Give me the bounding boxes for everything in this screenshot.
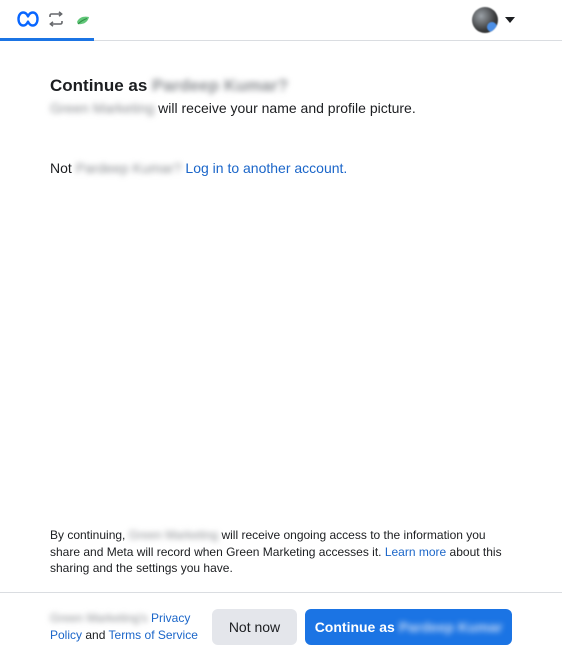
continue-name-blurred: Pardeep Kumar xyxy=(398,619,503,635)
continue-label: Continue as xyxy=(314,619,395,635)
user-avatar xyxy=(472,7,498,33)
top-bar xyxy=(0,0,562,41)
app-name-blurred: Green Marketing xyxy=(50,100,155,116)
not-now-button[interactable]: Not now xyxy=(212,609,297,645)
not-user-name-blurred: Pardeep Kumar? xyxy=(75,160,182,176)
account-switcher-button[interactable] xyxy=(466,6,518,34)
not-now-label: Not now xyxy=(228,619,281,635)
continue-button[interactable]: Continue as Pardeep Kumar xyxy=(305,609,512,645)
app-leaf-icon xyxy=(77,16,89,25)
legal-and: and xyxy=(85,628,106,642)
switch-account-link[interactable]: Log in to another account. xyxy=(185,160,347,176)
not-prefix: Not xyxy=(50,160,72,176)
learn-more-link[interactable]: Learn more xyxy=(385,545,446,559)
permission-text: will receive your name and profile pictu… xyxy=(158,100,416,116)
page-title: Continue as Pardeep Kumar? xyxy=(50,76,288,96)
switch-account-row: Not Pardeep Kumar? Log in to another acc… xyxy=(50,160,347,176)
footer-app-name-blurred: Green Marketing's xyxy=(50,611,148,625)
data-access-disclaimer: By continuing, Green Marketing will rece… xyxy=(50,527,510,577)
headline-prefix: Continue as xyxy=(50,76,148,95)
caret-down-icon xyxy=(505,17,515,23)
permission-summary: Green Marketing will receive your name a… xyxy=(50,100,416,116)
disclaimer-app-name-blurred: Green Marketing xyxy=(128,528,219,542)
oauth-consent-page: Continue as Pardeep Kumar? Green Marketi… xyxy=(0,0,562,670)
avatar-badge xyxy=(487,22,497,32)
terms-of-service-link[interactable]: Terms of Service xyxy=(109,628,198,642)
disclaimer-prefix: By continuing, xyxy=(50,528,126,542)
swap-arrows-icon xyxy=(49,11,63,27)
active-tab-indicator xyxy=(0,38,94,41)
user-name-blurred: Pardeep Kumar? xyxy=(152,76,289,95)
footer-bar: Green Marketing's Privacy Policy and Ter… xyxy=(0,592,562,670)
legal-links: Green Marketing's Privacy Policy and Ter… xyxy=(50,610,210,644)
meta-logo-icon xyxy=(17,11,39,27)
